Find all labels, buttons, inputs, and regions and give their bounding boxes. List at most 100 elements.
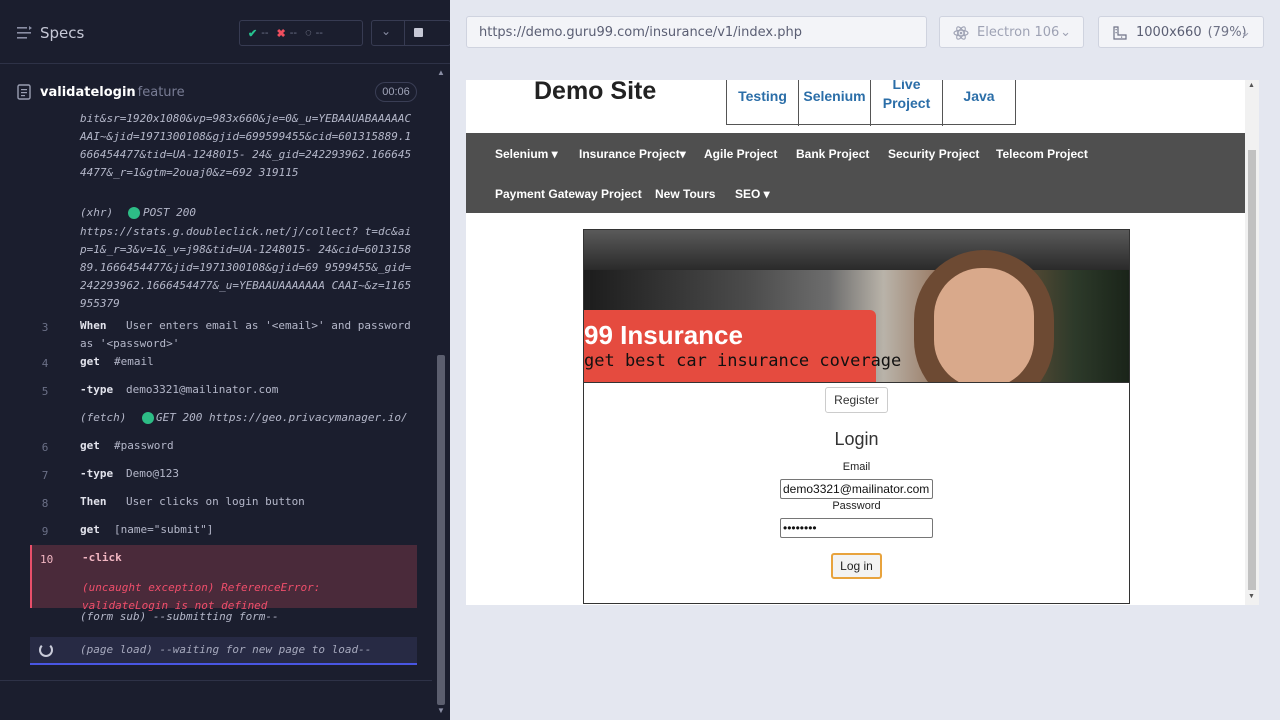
ruler-icon <box>1113 26 1127 40</box>
command-message: [name="submit"] <box>114 523 214 536</box>
command-name: get <box>80 439 100 452</box>
command-name: get <box>80 355 100 368</box>
divider <box>404 21 405 45</box>
login-button[interactable]: Log in <box>831 553 882 579</box>
password-label: Password <box>832 500 881 512</box>
stop-icon[interactable] <box>414 28 423 37</box>
live-project-link[interactable]: Live Project <box>871 80 943 126</box>
page-load-row[interactable]: (page load) --waiting for new page to lo… <box>30 637 417 665</box>
xhr-status: POST 200 <box>143 206 196 219</box>
nav-telecom-project[interactable]: Telecom Project <box>996 147 1088 161</box>
hero-photo-face <box>934 268 1034 382</box>
error-command-name: -click <box>82 551 122 564</box>
spinner-icon <box>39 643 53 657</box>
specs-title[interactable]: Specs <box>40 24 84 42</box>
scrollbar-thumb[interactable] <box>1248 150 1256 590</box>
selenium-link[interactable]: Selenium <box>799 80 871 126</box>
aut-url-bar[interactable]: https://demo.guru99.com/insurance/v1/ind… <box>466 16 927 48</box>
password-field[interactable]: •••••••• <box>780 518 933 538</box>
command-row[interactable]: 7 -type Demo@123 <box>30 461 417 489</box>
step-row[interactable]: 8 Then User clicks on login button <box>30 489 417 517</box>
specs-menu-icon[interactable] <box>17 26 33 40</box>
status-dot-icon <box>128 207 140 219</box>
specs-header: Specs ✔ -- ✖ -- ◌ -- ⌄ <box>0 0 451 64</box>
email-field[interactable]: demo3321@mailinator.com <box>780 479 933 499</box>
pending-count: -- <box>315 27 323 39</box>
nav-bank-project[interactable]: Bank Project <box>796 147 869 161</box>
command-name: get <box>80 523 100 536</box>
electron-icon <box>953 26 969 40</box>
aut-panel: https://demo.guru99.com/insurance/v1/ind… <box>450 0 1280 720</box>
scrollbar-thumb[interactable] <box>437 355 445 705</box>
aut-scrollbar[interactable]: ▲ ▼ <box>1245 80 1259 605</box>
site-navbar: Selenium ▾ Insurance Project▾ Agile Proj… <box>466 133 1246 213</box>
scroll-down-icon[interactable]: ▼ <box>437 706 445 715</box>
runner-controls: ⌄ <box>371 20 451 46</box>
error-command-number: 10 <box>40 553 54 566</box>
nav-payment-gateway-project[interactable]: Payment Gateway Project <box>495 187 642 201</box>
nav-agile-project[interactable]: Agile Project <box>704 147 777 161</box>
login-heading: Login <box>834 429 879 449</box>
xhr-url: https://stats.g.doubleclick.net/j/collec… <box>80 225 412 310</box>
viewport-selector[interactable]: 1000x660 (79%) ⌄ <box>1098 16 1264 48</box>
hero-tagline: get best car insurance coverage <box>584 351 902 371</box>
command-number: 6 <box>41 441 49 454</box>
spec-duration: 00:06 <box>375 82 417 102</box>
tutorial-boxes: Testing Selenium Live Project Java <box>726 80 1016 126</box>
nav-seo[interactable]: SEO ▾ <box>735 187 770 201</box>
step-message: User clicks on login button <box>126 495 305 508</box>
passed-icon: ✔ <box>248 27 258 40</box>
page-load-label: (page load) --waiting for new page to lo… <box>80 643 372 656</box>
failed-icon: ✖ <box>276 27 286 40</box>
nav-new-tours[interactable]: New Tours <box>655 187 715 201</box>
error-command-row[interactable]: 10 -click (uncaught exception) Reference… <box>30 545 417 612</box>
command-row[interactable]: 4 get #email <box>30 349 417 377</box>
command-log: bit&sr=1920x1080&vp=983x660&je=0&_u=YEBA… <box>30 110 417 680</box>
command-row[interactable]: 6 get #password <box>30 433 417 461</box>
spec-basename: validatelogin <box>40 85 136 100</box>
java-link[interactable]: Java <box>943 80 1015 126</box>
nav-security-project[interactable]: Security Project <box>888 147 979 161</box>
scroll-up-icon[interactable]: ▲ <box>1248 82 1255 89</box>
site-title: Demo Site <box>534 80 657 105</box>
feature-header[interactable]: validatelogin feature 00:06 <box>0 74 432 110</box>
register-button[interactable]: Register <box>825 387 888 413</box>
command-name: -type <box>80 467 114 480</box>
command-row[interactable]: 9 get [name="submit"] <box>30 517 417 545</box>
pending-icon: ◌ <box>305 27 312 39</box>
fetch-row[interactable]: (fetch) GET 200 https://geo.privacymanag… <box>30 405 417 433</box>
spec-extension: feature <box>137 85 185 100</box>
form-sub-row[interactable]: (form sub) --submitting form-- <box>30 608 417 636</box>
error-line-1: (uncaught exception) ReferenceError: <box>82 581 321 594</box>
testing-link[interactable]: Testing <box>727 80 799 126</box>
scroll-down-icon[interactable]: ▼ <box>1248 593 1255 600</box>
passed-count: -- <box>261 27 269 39</box>
command-name: -type <box>80 383 114 396</box>
command-message: Demo@123 <box>126 467 179 480</box>
xhr-label: (xhr) <box>80 206 114 219</box>
command-row[interactable]: 5 -type demo3321@mailinator.com <box>30 377 417 405</box>
hero-banner: 99 Insurance get best car insurance cove… <box>584 230 1129 383</box>
document-icon <box>17 84 31 100</box>
log-scrollbar[interactable]: ▲ ▼ <box>432 64 450 720</box>
login-container: 99 Insurance get best car insurance cove… <box>583 229 1130 604</box>
scroll-up-icon[interactable]: ▲ <box>437 68 445 77</box>
chevron-down-icon: ⌄ <box>1060 25 1071 40</box>
command-message: #email <box>114 355 154 368</box>
aut-iframe: Demo Site Testing Selenium Live Project … <box>466 80 1249 605</box>
browser-selector[interactable]: Electron 106 ⌄ <box>939 16 1084 48</box>
nav-selenium[interactable]: Selenium ▾ <box>495 147 558 161</box>
chevron-down-icon[interactable]: ⌄ <box>381 24 391 38</box>
viewport-dimensions: 1000x660 <box>1136 25 1202 40</box>
command-number: 9 <box>41 525 49 538</box>
command-log-panel: Specs ✔ -- ✖ -- ◌ -- ⌄ validatelogin feature… <box>0 0 451 720</box>
car-image <box>584 230 1129 270</box>
run-stats: ✔ -- ✖ -- ◌ -- <box>239 20 363 46</box>
email-label: Email <box>842 461 871 473</box>
command-number: 7 <box>41 469 49 482</box>
step-keyword: Then <box>80 495 107 508</box>
failed-count: -- <box>289 27 298 39</box>
form-sub-label: (form sub) --submitting form-- <box>80 610 279 623</box>
nav-insurance-project[interactable]: Insurance Project▾ <box>579 147 686 161</box>
status-dot-icon <box>142 412 154 424</box>
